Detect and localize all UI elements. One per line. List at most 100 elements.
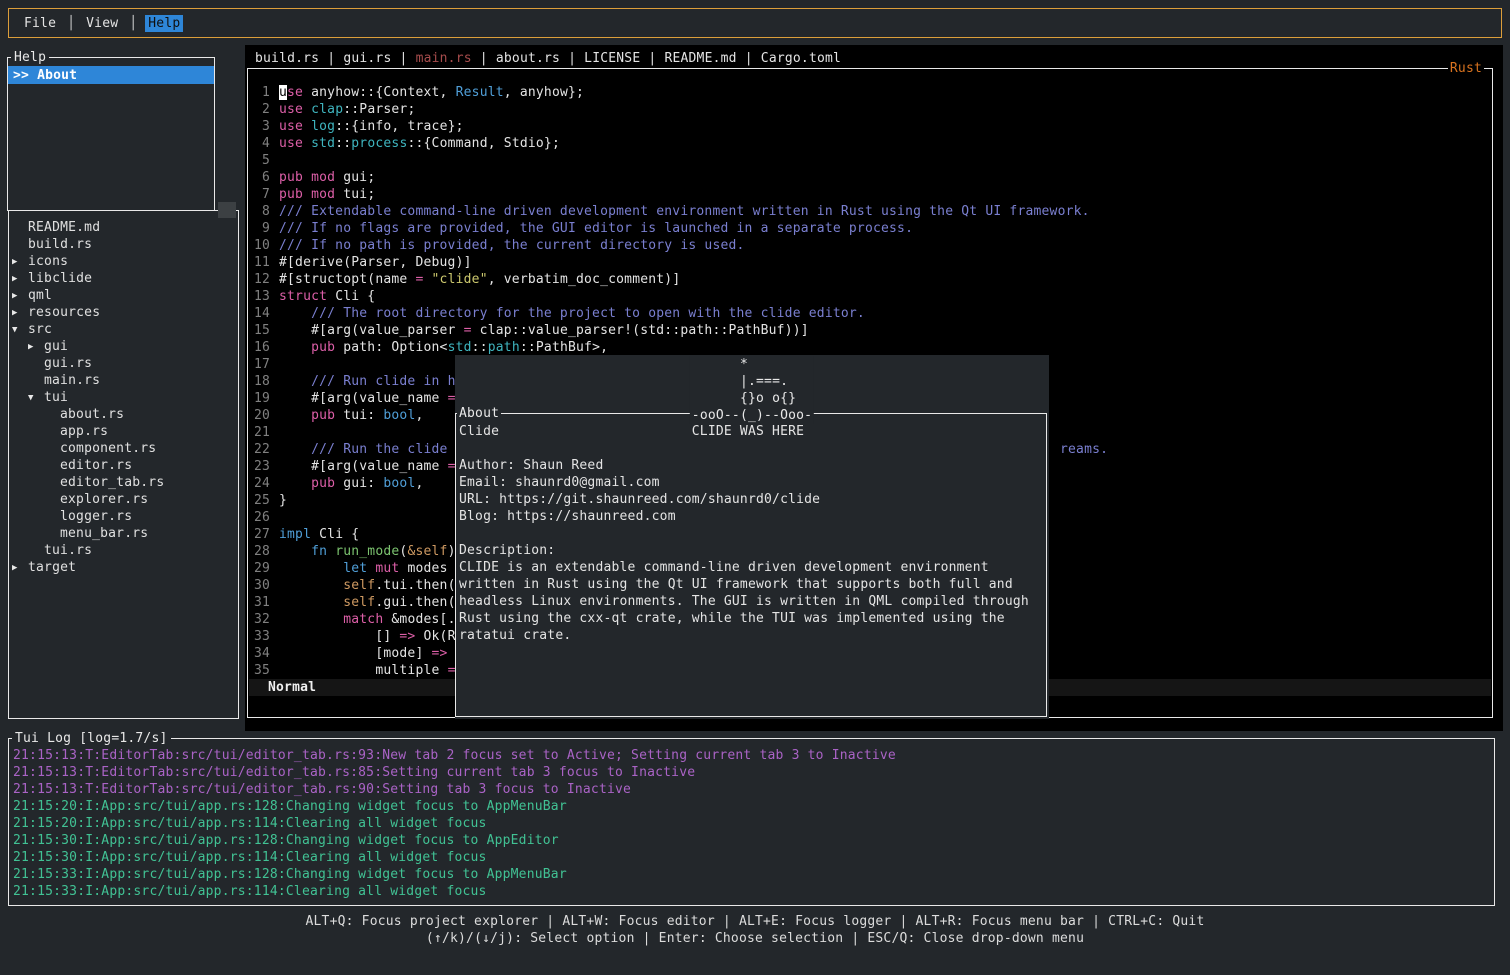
tree-item-resources[interactable]: ▶resources (9, 304, 238, 321)
shortcut-help-line-2: (↑/k)/(↓/j): Select option | Enter: Choo… (0, 930, 1510, 947)
menu-item-view[interactable]: View (83, 15, 121, 32)
code-line-14[interactable]: 14 /// The root directory for the projec… (252, 305, 1490, 322)
tui-log-panel: Tui Log [log=1.7/s] 21:15:13:T:EditorTab… (8, 738, 1495, 906)
tree-item-qml[interactable]: ▶qml (9, 287, 238, 304)
tree-item-icons[interactable]: ▶icons (9, 253, 238, 270)
chevron-down-icon: ▼ (12, 321, 28, 339)
code-line-4[interactable]: 4use std::process::{Command, Stdio}; (252, 135, 1490, 152)
shortcut-help-line-1: ALT+Q: Focus project explorer | ALT+W: F… (0, 913, 1510, 930)
tree-item-tui.rs[interactable]: tui.rs (9, 542, 238, 559)
code-segment: self (343, 578, 375, 593)
menu-item-file[interactable]: File (21, 15, 59, 32)
tree-item-editor_tab.rs[interactable]: editor_tab.rs (9, 474, 238, 491)
tree-item-gui.rs[interactable]: gui.rs (9, 355, 238, 372)
project-explorer-panel[interactable]: README.mdbuild.rs▶icons▶libclide▶qml▶res… (8, 210, 239, 719)
code-segment (424, 272, 432, 287)
code-line-16[interactable]: 16 pub path: Option<std::path::PathBuf>, (252, 339, 1490, 356)
tree-item-README.md[interactable]: README.md (9, 219, 238, 236)
tree-item-build.rs[interactable]: build.rs (9, 236, 238, 253)
tab-build.rs[interactable]: build.rs (255, 51, 319, 66)
shortcut-help-footer: ALT+Q: Focus project explorer | ALT+W: F… (0, 913, 1510, 947)
tree-item-target[interactable]: ▶target (9, 559, 238, 576)
code-segment: } (279, 493, 287, 508)
code-segment: /// If no flags are provided, the GUI ed… (279, 221, 913, 236)
tree-item-app.rs[interactable]: app.rs (9, 423, 238, 440)
tab-main.rs[interactable]: main.rs (416, 51, 472, 66)
code-line-10[interactable]: 10/// If no path is provided, the curren… (252, 237, 1490, 254)
tree-item-label: tui.rs (44, 543, 92, 558)
code-segment: pub (311, 476, 335, 491)
code-line-7[interactable]: 7pub mod tui; (252, 186, 1490, 203)
code-segment: /// If no path is provided, the current … (279, 238, 745, 253)
code-line-6[interactable]: 6pub mod gui; (252, 169, 1490, 186)
code-line-5[interactable]: 5 (252, 152, 1490, 169)
code-segment: anyhow::{Context, (303, 85, 456, 100)
about-popup-content: Clide CLIDE WAS HERE Author: Shaun Reed … (459, 423, 1029, 644)
tree-item-main.rs[interactable]: main.rs (9, 372, 238, 389)
log-entry: 21:15:20:I:App:src/tui/app.rs:128:Changi… (13, 798, 1494, 815)
tree-item-logger.rs[interactable]: logger.rs (9, 508, 238, 525)
code-line-11[interactable]: 11#[derive(Parser, Debug)] (252, 254, 1490, 271)
tab-gui.rs[interactable]: gui.rs (343, 51, 391, 66)
tab-separator: | (640, 51, 664, 66)
code-line-12[interactable]: 12#[structopt(name = "clide", verbatim_d… (252, 271, 1490, 288)
tree-item-label: libclide (28, 271, 92, 286)
code-segment (279, 578, 343, 593)
tree-item-gui[interactable]: ▶gui (9, 338, 238, 355)
tab-separator: | (391, 51, 415, 66)
tree-indent-spacer (44, 423, 60, 424)
tree-item-label: icons (28, 254, 68, 269)
tree-item-libclide[interactable]: ▶libclide (9, 270, 238, 287)
code-segment: #[derive(Parser, Debug)] (279, 255, 472, 270)
code-segment: multiple (279, 663, 448, 678)
tree-item-label: editor_tab.rs (60, 475, 164, 490)
code-line-3[interactable]: 3use log::{info, trace}; (252, 118, 1490, 135)
editor-language-badge: Rust (1448, 60, 1484, 77)
tree-indent-spacer (12, 236, 28, 237)
code-segment: fn (311, 544, 327, 559)
log-entry: 21:15:30:I:App:src/tui/app.rs:128:Changi… (13, 832, 1494, 849)
tree-item-editor.rs[interactable]: editor.rs (9, 457, 238, 474)
tree-item-menu_bar.rs[interactable]: menu_bar.rs (9, 525, 238, 542)
line-number: 14 (252, 305, 270, 322)
code-segment: let (343, 561, 367, 576)
tree-item-label: logger.rs (60, 509, 132, 524)
tab-about.rs[interactable]: about.rs (496, 51, 560, 66)
code-segment: ::{Command, Stdio}; (407, 136, 560, 151)
code-line-9[interactable]: 9/// If no flags are provided, the GUI e… (252, 220, 1490, 237)
code-segment: = (415, 272, 423, 287)
code-line-15[interactable]: 15 #[arg(value_parser = clap::value_pars… (252, 322, 1490, 339)
line-number: 21 (252, 424, 270, 441)
code-segment: use (279, 119, 303, 134)
tab-Cargo.toml[interactable]: Cargo.toml (761, 51, 841, 66)
editor-mode-indicator: Normal (268, 680, 316, 695)
tree-item-src[interactable]: ▼src (9, 321, 238, 338)
help-menu-item-about[interactable]: >> About (8, 66, 214, 84)
tab-README.md[interactable]: README.md (664, 51, 736, 66)
tab-separator: | (737, 51, 761, 66)
line-number: 17 (252, 356, 270, 373)
code-line-13[interactable]: 13struct Cli { (252, 288, 1490, 305)
code-segment: #[arg(value_name (279, 459, 448, 474)
tree-item-about.rs[interactable]: about.rs (9, 406, 238, 423)
line-number: 4 (252, 135, 270, 152)
code-line-8[interactable]: 8/// Extendable command-line driven deve… (252, 203, 1490, 220)
tree-item-explorer.rs[interactable]: explorer.rs (9, 491, 238, 508)
line-number: 6 (252, 169, 270, 186)
tree-item-label: about.rs (60, 407, 124, 422)
line-number: 15 (252, 322, 270, 339)
code-segment: log (311, 119, 335, 134)
code-line-1[interactable]: 1use anyhow::{Context, Result, anyhow}; (252, 84, 1490, 101)
code-segment: ::{info, trace}; (335, 119, 463, 134)
tui-log-title: Tui Log [log=1.7/s] (12, 730, 171, 747)
tree-item-tui[interactable]: ▼tui (9, 389, 238, 406)
code-segment (279, 408, 311, 423)
tree-item-component.rs[interactable]: component.rs (9, 440, 238, 457)
menu-item-help[interactable]: Help (145, 15, 183, 32)
code-segment: path (488, 340, 520, 355)
tree-indent-spacer (44, 440, 60, 441)
explorer-scrollbar-thumb[interactable] (218, 202, 236, 218)
code-line-2[interactable]: 2use clap::Parser; (252, 101, 1490, 118)
tab-LICENSE[interactable]: LICENSE (584, 51, 640, 66)
tree-item-label: target (28, 560, 76, 575)
